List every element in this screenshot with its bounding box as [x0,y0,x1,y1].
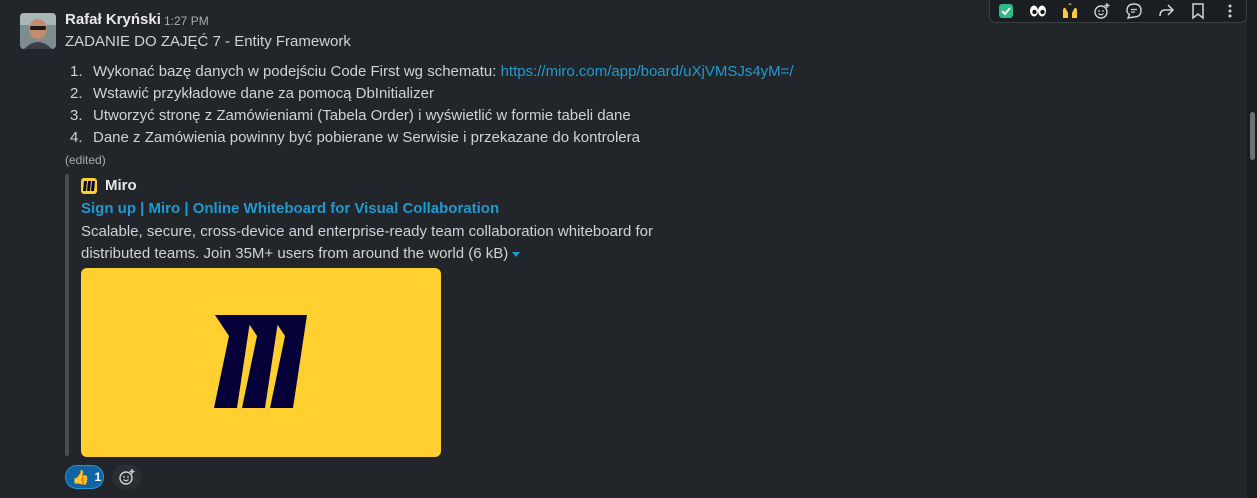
react-eyes-button[interactable] [1022,0,1054,22]
add-reaction-button[interactable] [112,465,142,489]
reaction-count: 1 [94,470,102,484]
unfurl-description-text: Scalable, secure, cross-device and enter… [81,223,653,262]
check-mark-icon [999,4,1013,18]
list-item-text: Dane z Zamówienia powinny być pobierane … [93,129,640,146]
unfurl-description: Scalable, secure, cross-device and enter… [81,221,681,265]
list-item: 2. Wstawić przykładowe dane za pomocą DbI… [70,84,794,106]
avatar[interactable] [20,13,56,49]
edited-label: (edited) [65,153,106,167]
list-item: 1. Wykonać bazę danych w podejściu Code F… [70,62,794,84]
author-name[interactable]: Rafał Kryński [65,11,161,28]
unfurl-divider [65,174,69,456]
list-item: 3. Utworzyć stronę z Zamówieniami (Tabela… [70,106,794,128]
eyes-icon [1030,5,1046,17]
add-reaction-icon [1094,3,1110,19]
add-reaction-toolbar-button[interactable] [1086,0,1118,22]
list-number: 1. [70,63,83,80]
unfurl-site-row: Miro [81,177,137,194]
list-item-text: Wstawić przykładowe dane za pomocą DbIni… [93,85,434,102]
list-number: 2. [70,85,83,102]
list-item-text: Utworzyć stronę z Zamówieniami (Tabela O… [93,107,631,124]
add-reaction-icon [119,469,135,485]
list-number: 3. [70,107,83,124]
unfurl-site-name: Miro [105,177,137,194]
list-number: 4. [70,129,83,146]
reply-in-thread-icon [1126,3,1142,19]
save-for-later-button[interactable] [1182,0,1214,22]
more-actions-icon [1228,4,1232,18]
reaction-thumbs-up[interactable]: 👍 1 [65,465,104,489]
message: Rafał Kryński 1:27 PM ZADANIE DO ZAJĘĆ 7… [0,0,1247,498]
thumbs-up-icon: 👍 [72,468,90,485]
list-item: 4. Dane z Zamówienia powinny być pobieran… [70,128,794,150]
miro-logo-icon [214,315,307,408]
miro-board-link[interactable]: https://miro.com/app/board/uXjVMSJs4yM=/ [501,63,794,80]
more-actions-button[interactable] [1214,0,1246,22]
message-timestamp[interactable]: 1:27 PM [164,14,209,28]
scrollbar-thumb[interactable] [1250,112,1255,160]
forward-icon [1159,4,1175,17]
message-title: ZADANIE DO ZAJĘĆ 7 - Entity Framework [65,33,351,50]
miro-favicon-icon [81,177,97,194]
task-list: 1. Wykonać bazę danych w podejściu Code F… [70,62,794,150]
message-actions-toolbar [989,0,1247,23]
react-raised-hands-button[interactable] [1054,0,1086,22]
bookmark-icon [1192,3,1204,20]
raised-hands-icon [1063,3,1077,18]
forward-message-button[interactable] [1150,0,1182,22]
scrollbar[interactable] [1247,0,1257,498]
reply-in-thread-button[interactable] [1118,0,1150,22]
react-check-mark-button[interactable] [990,0,1022,22]
collapse-preview-caret-icon[interactable] [512,251,521,257]
unfurl-title-link[interactable]: Sign up | Miro | Online Whiteboard for V… [81,200,499,217]
unfurl-preview-image[interactable] [81,268,441,457]
list-item-text: Wykonać bazę danych w podejściu Code Fir… [93,63,501,80]
